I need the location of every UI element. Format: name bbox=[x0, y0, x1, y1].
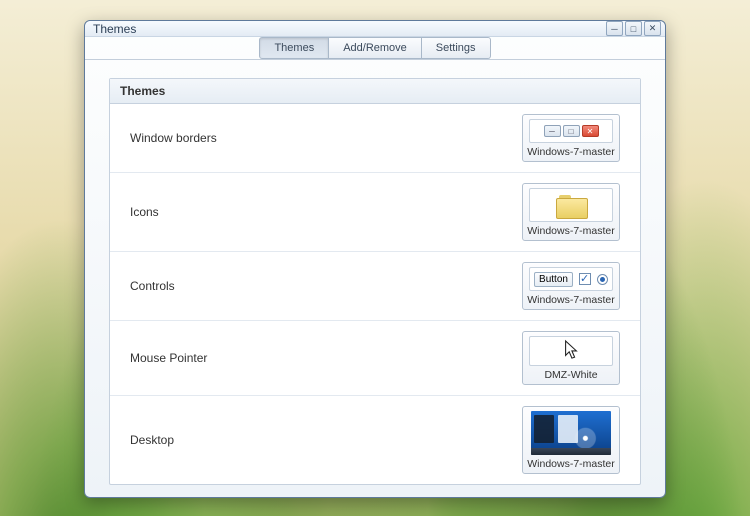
checkbox-icon bbox=[579, 273, 591, 285]
row-label: Controls bbox=[130, 279, 522, 293]
cursor-icon bbox=[562, 339, 580, 364]
desktop-preview bbox=[529, 411, 613, 455]
icons-preview bbox=[529, 188, 613, 222]
icons-chooser[interactable]: Windows-7-master bbox=[522, 183, 620, 241]
themes-window: Themes ─ □ ✕ Themes Add/Remove Settings … bbox=[84, 20, 666, 498]
mouse-pointer-chooser[interactable]: DMZ-White bbox=[522, 331, 620, 385]
window-controls: ─ □ ✕ bbox=[604, 21, 661, 36]
chooser-caption: Windows-7-master bbox=[527, 294, 615, 306]
row-label: Window borders bbox=[130, 131, 522, 145]
maximize-button[interactable]: □ bbox=[625, 21, 642, 36]
mouse-pointer-preview bbox=[529, 336, 613, 366]
titlebar[interactable]: Themes ─ □ ✕ bbox=[85, 21, 665, 37]
folder-icon bbox=[556, 193, 586, 217]
chooser-caption: DMZ-White bbox=[544, 369, 597, 381]
desktop-thumbnail-icon bbox=[531, 411, 611, 455]
client-area: Themes Window borders ─□✕ Windows-7-mast… bbox=[85, 60, 665, 503]
tab-themes[interactable]: Themes bbox=[259, 37, 329, 59]
radio-icon bbox=[597, 274, 608, 285]
desktop-wallpaper: Themes ─ □ ✕ Themes Add/Remove Settings … bbox=[0, 0, 750, 516]
close-icon: ✕ bbox=[649, 23, 657, 34]
maximize-icon: □ bbox=[631, 24, 636, 34]
window-borders-chooser[interactable]: ─□✕ Windows-7-master bbox=[522, 114, 620, 162]
tab-settings[interactable]: Settings bbox=[422, 37, 491, 59]
chooser-caption: Windows-7-master bbox=[527, 146, 615, 158]
controls-chooser[interactable]: Button Windows-7-master bbox=[522, 262, 620, 310]
chooser-caption: Windows-7-master bbox=[527, 458, 615, 470]
row-mouse-pointer: Mouse Pointer DMZ-White bbox=[110, 321, 640, 396]
close-button[interactable]: ✕ bbox=[644, 21, 661, 36]
controls-preview: Button bbox=[529, 267, 613, 291]
row-label: Mouse Pointer bbox=[130, 351, 522, 365]
window-borders-preview: ─□✕ bbox=[529, 119, 613, 143]
row-controls: Controls Button Windows-7-master bbox=[110, 252, 640, 321]
toolbar: Themes Add/Remove Settings bbox=[85, 37, 665, 60]
row-label: Icons bbox=[130, 205, 522, 219]
desktop-chooser[interactable]: Windows-7-master bbox=[522, 406, 620, 474]
controls-sample-icon: Button bbox=[534, 272, 608, 287]
row-icons: Icons Windows-7-master bbox=[110, 173, 640, 252]
panel-header: Themes bbox=[110, 79, 640, 104]
sample-button: Button bbox=[534, 272, 573, 287]
chooser-caption: Windows-7-master bbox=[527, 225, 615, 237]
row-desktop: Desktop Windows-7-master bbox=[110, 396, 640, 484]
tab-add-remove[interactable]: Add/Remove bbox=[329, 37, 422, 59]
themes-panel: Themes Window borders ─□✕ Windows-7-mast… bbox=[109, 78, 641, 485]
minimize-icon: ─ bbox=[611, 24, 617, 34]
row-label: Desktop bbox=[130, 433, 522, 447]
minimize-button[interactable]: ─ bbox=[606, 21, 623, 36]
row-window-borders: Window borders ─□✕ Windows-7-master bbox=[110, 104, 640, 173]
tab-group: Themes Add/Remove Settings bbox=[259, 37, 490, 59]
window-title: Themes bbox=[93, 22, 604, 36]
window-buttons-icon: ─□✕ bbox=[544, 125, 599, 137]
